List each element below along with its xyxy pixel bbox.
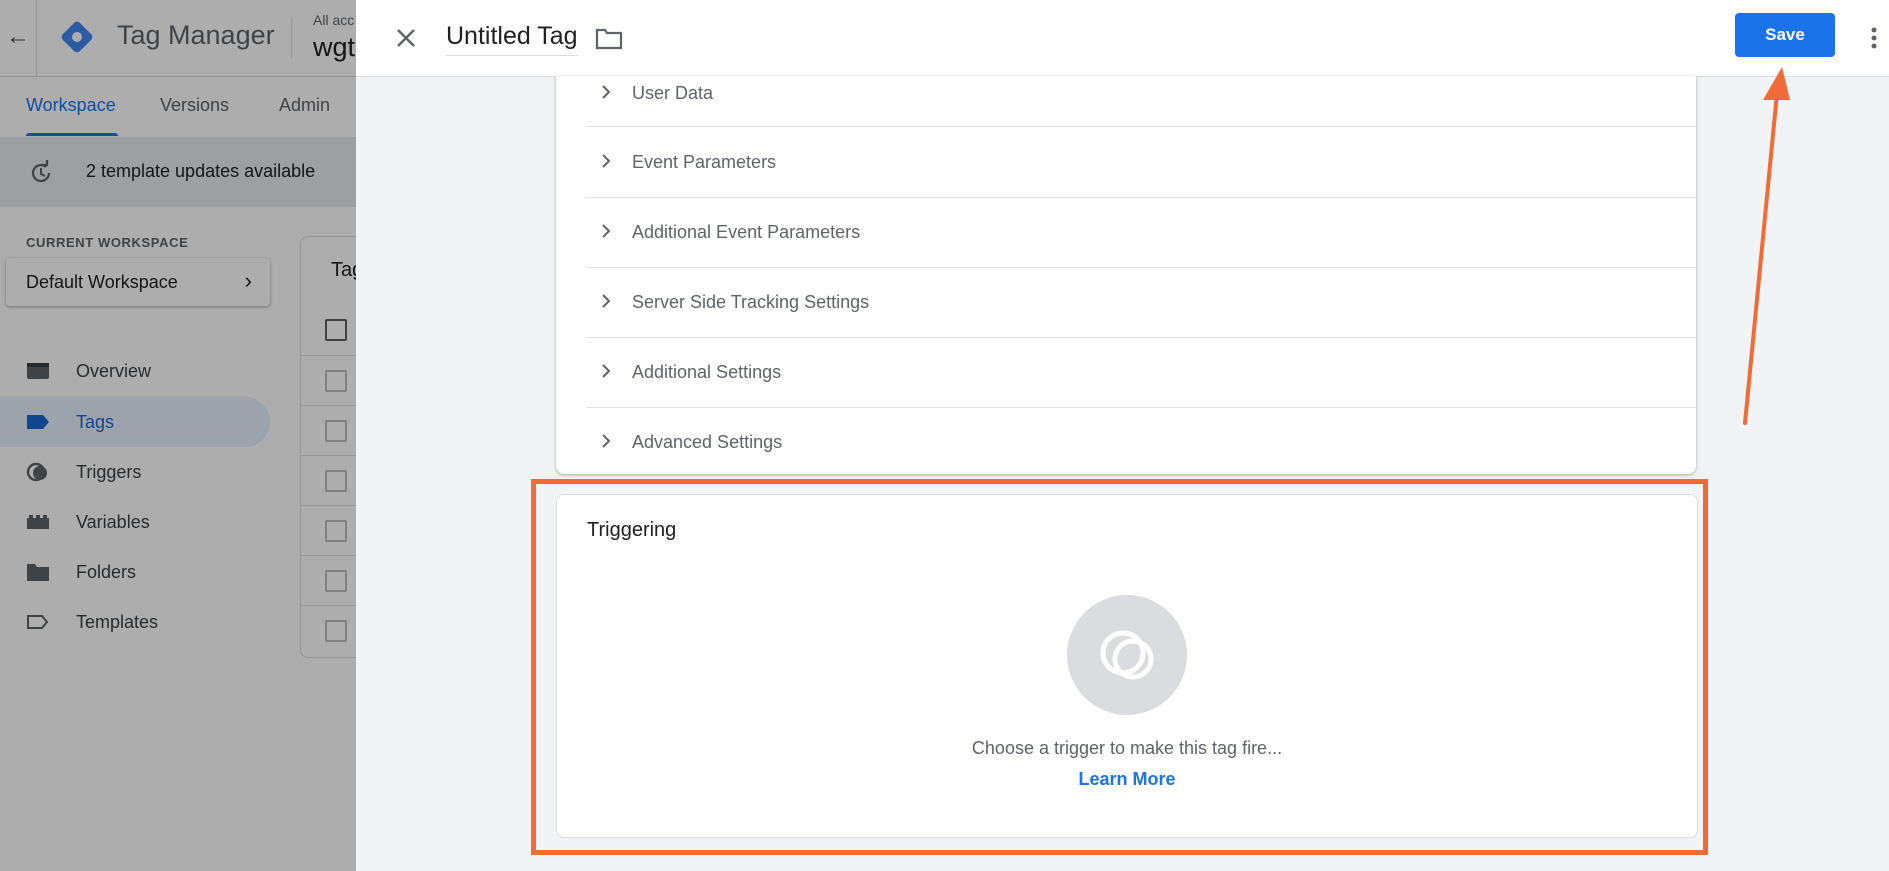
close-icon[interactable] [388, 20, 424, 56]
section-server-side-tracking[interactable]: Server Side Tracking Settings [586, 267, 1696, 338]
section-advanced-settings[interactable]: Advanced Settings [586, 407, 1696, 477]
section-label: Server Side Tracking Settings [632, 292, 870, 312]
more-vert-icon[interactable] [1864, 22, 1884, 54]
editor-toolbar: Untitled Tag Save [356, 0, 1889, 77]
learn-more-link[interactable]: Learn More [557, 769, 1697, 790]
chevron-right-icon [602, 434, 611, 448]
trigger-icon [1100, 630, 1154, 680]
triggering-card[interactable]: Triggering Choose a trigger to make this… [556, 494, 1698, 838]
section-label: Additional Settings [632, 362, 782, 382]
triggering-title: Triggering [587, 519, 677, 541]
section-label: Event Parameters [632, 152, 777, 172]
chevron-right-icon [602, 154, 611, 168]
trigger-hint-text: Choose a trigger to make this tag fire..… [971, 738, 1283, 758]
save-button[interactable]: Save [1735, 13, 1835, 57]
section-user-data[interactable]: User Data [586, 76, 1696, 127]
section-label: Advanced Settings [632, 432, 783, 452]
chevron-right-icon [602, 364, 611, 378]
folder-icon[interactable] [594, 24, 624, 52]
choose-trigger-button[interactable] [1067, 595, 1187, 715]
section-label: Additional Event Parameters [632, 222, 861, 242]
tag-editor-panel: Untitled Tag Save User Data Event Parame… [356, 0, 1889, 871]
section-event-parameters[interactable]: Event Parameters [586, 127, 1696, 198]
tag-name-field[interactable]: Untitled Tag [446, 22, 578, 56]
section-label: User Data [632, 83, 714, 103]
chevron-right-icon [602, 224, 611, 238]
chevron-right-icon [602, 294, 611, 308]
chevron-right-icon [602, 85, 611, 99]
tag-configuration-card: User Data Event Parameters Additional Ev… [556, 76, 1696, 474]
section-additional-settings[interactable]: Additional Settings [586, 337, 1696, 408]
section-additional-event-parameters[interactable]: Additional Event Parameters [586, 197, 1696, 268]
